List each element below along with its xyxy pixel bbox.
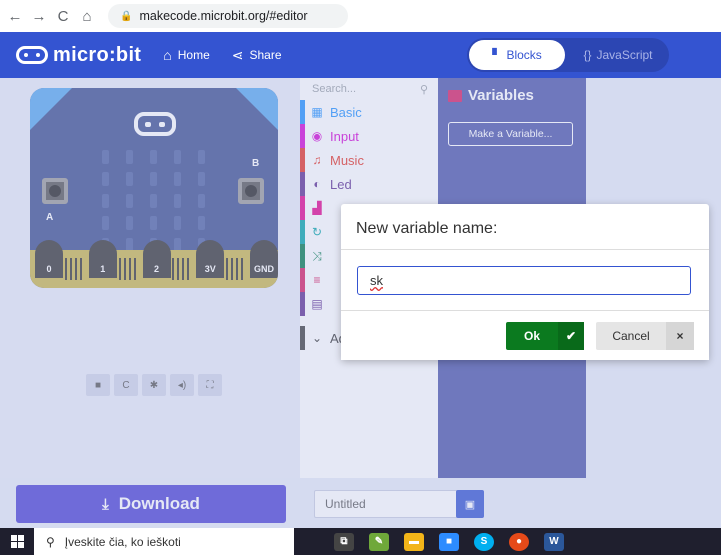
variable-name-input[interactable]: sk bbox=[357, 266, 691, 295]
logo-text: micro:bit bbox=[53, 43, 142, 66]
home-label: Home bbox=[177, 48, 210, 62]
top-navigation: micro:bit ⌂ Home ⋖ Share ▘ Blocks {} Jav… bbox=[0, 32, 721, 78]
zoom-icon[interactable]: ■ bbox=[439, 532, 459, 551]
share-label: Share bbox=[249, 48, 282, 62]
address-bar[interactable]: 🔒 makecode.microbit.org/#editor bbox=[108, 4, 348, 28]
ok-label: Ok bbox=[523, 329, 540, 343]
home-button[interactable]: ⌂ Home bbox=[163, 47, 209, 63]
lock-icon: 🔒 bbox=[120, 10, 133, 22]
cancel-label: Cancel bbox=[612, 329, 650, 343]
task-view-icon[interactable]: ⧉ bbox=[334, 532, 354, 551]
taskbar-search-text: Įveskite čia, ko ieškoti bbox=[64, 534, 181, 549]
check-icon: ✔ bbox=[558, 322, 584, 350]
forward-icon[interactable]: → bbox=[30, 8, 48, 25]
tab-javascript-label: JavaScript bbox=[596, 48, 653, 62]
microbit-logo[interactable]: micro:bit bbox=[16, 44, 141, 67]
skype-icon[interactable]: S bbox=[474, 532, 494, 551]
code-braces-icon: {} bbox=[583, 48, 592, 62]
close-icon: × bbox=[666, 322, 694, 350]
taskbar-search[interactable]: ⚲ Įveskite čia, ko ieškoti bbox=[34, 528, 294, 555]
puzzle-icon: ▘ bbox=[492, 48, 502, 62]
windows-taskbar: ⚲ Įveskite čia, ko ieškoti ⧉ ✎ ▬ ■ S ● W bbox=[0, 528, 721, 555]
url-text: makecode.microbit.org/#editor bbox=[139, 9, 308, 23]
back-icon[interactable]: ← bbox=[6, 8, 24, 25]
home-icon: ⌂ bbox=[163, 47, 172, 63]
search-icon: ⚲ bbox=[46, 534, 55, 549]
variable-name-value: sk bbox=[370, 273, 383, 288]
start-button[interactable] bbox=[0, 528, 34, 555]
notepad-icon[interactable]: ✎ bbox=[369, 532, 389, 551]
share-icon: ⋖ bbox=[231, 46, 244, 63]
chrome-icon[interactable]: ● bbox=[509, 532, 529, 551]
tab-blocks-label: Blocks bbox=[506, 48, 542, 62]
ok-button[interactable]: Ok ✔ bbox=[506, 322, 584, 350]
dialog-footer: Ok ✔ Cancel × bbox=[341, 310, 709, 360]
cancel-button[interactable]: Cancel × bbox=[596, 322, 694, 350]
dialog-title: New variable name: bbox=[341, 204, 709, 250]
home-icon[interactable]: ⌂ bbox=[78, 8, 96, 25]
microbit-logo-icon bbox=[16, 46, 48, 64]
editor-toggle: ▘ Blocks {} JavaScript bbox=[467, 38, 669, 72]
tab-javascript[interactable]: {} JavaScript bbox=[567, 38, 669, 72]
tab-blocks[interactable]: ▘ Blocks bbox=[469, 40, 565, 70]
word-icon[interactable]: W bbox=[544, 532, 564, 551]
file-explorer-icon[interactable]: ▬ bbox=[404, 532, 424, 551]
browser-toolbar: ← → C ⌂ 🔒 makecode.microbit.org/#editor bbox=[0, 0, 721, 32]
reload-icon[interactable]: C bbox=[54, 8, 72, 25]
windows-icon bbox=[10, 535, 24, 548]
share-button[interactable]: ⋖ Share bbox=[232, 47, 282, 64]
new-variable-dialog: New variable name: sk Ok ✔ Cancel × bbox=[341, 204, 709, 360]
